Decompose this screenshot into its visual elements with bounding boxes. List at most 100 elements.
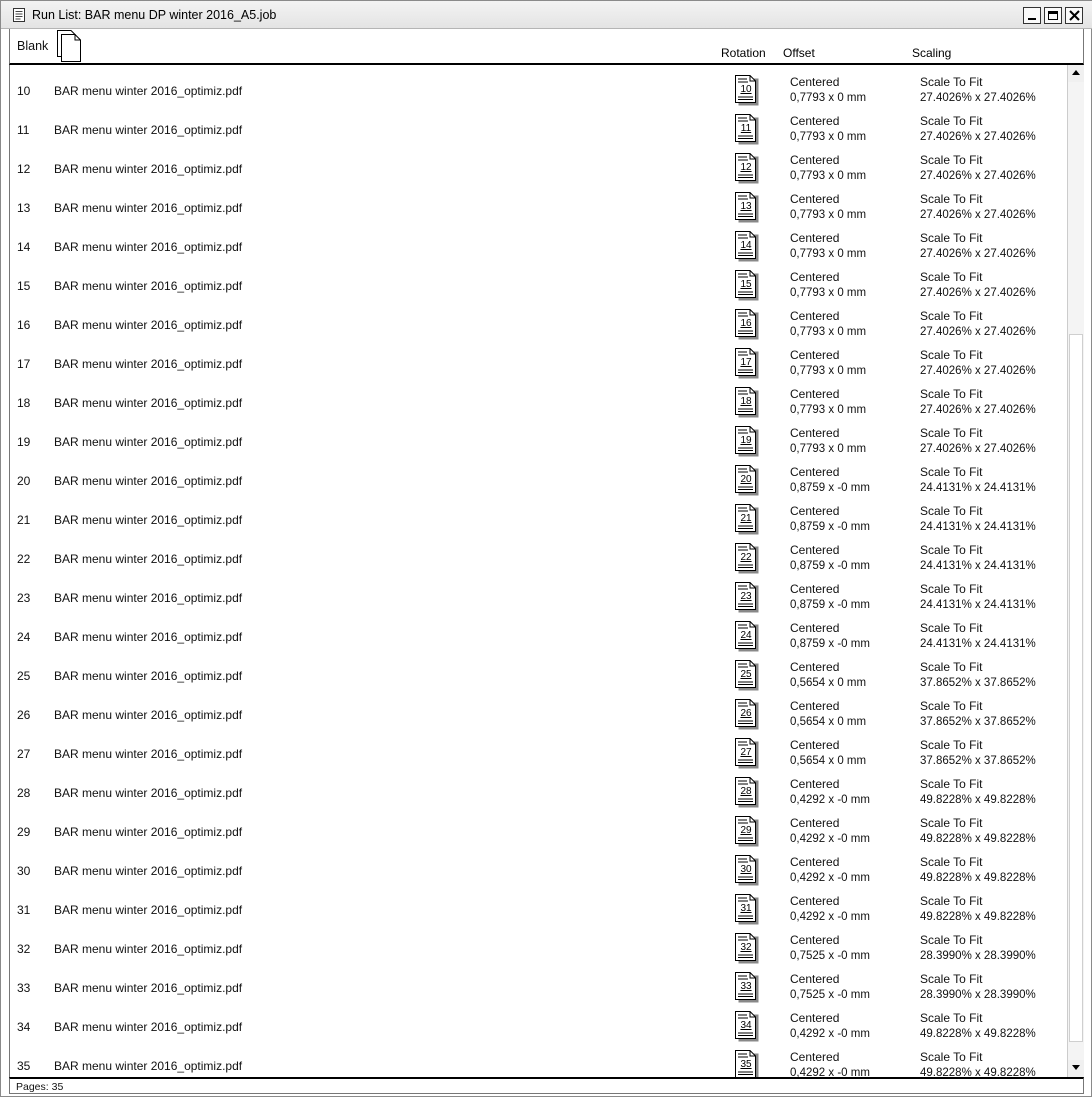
column-header-scaling[interactable]: Scaling (912, 46, 951, 60)
page-thumbnail-icon[interactable]: 20 (733, 464, 761, 496)
list-item[interactable]: 10 BAR menu winter 2016_optimiz.pdf 10 Cent… (10, 68, 1067, 107)
list-item[interactable]: 33 BAR menu winter 2016_optimiz.pdf 33 Cent… (10, 965, 1067, 1004)
scale-mode: Scale To Fit (920, 465, 983, 479)
scroll-up-button[interactable] (1068, 65, 1084, 82)
scroll-track[interactable] (1068, 82, 1084, 1060)
file-name: BAR menu winter 2016_optimiz.pdf (54, 708, 243, 722)
page-number: 28 (17, 786, 31, 800)
list-item[interactable]: 16 BAR menu winter 2016_optimiz.pdf 16 Cent… (10, 302, 1067, 341)
list-item[interactable]: 30 BAR menu winter 2016_optimiz.pdf 30 Cent… (10, 848, 1067, 887)
page-number: 19 (17, 435, 31, 449)
page-thumbnail-icon[interactable]: 10 (733, 74, 761, 106)
list-item[interactable]: 28 BAR menu winter 2016_optimiz.pdf 28 Cent… (10, 770, 1067, 809)
vertical-scrollbar[interactable] (1067, 65, 1084, 1077)
page-thumbnail-icon[interactable]: 21 (733, 503, 761, 535)
offset-value: 0,8759 x -0 mm (790, 638, 870, 650)
page-thumbnail-icon[interactable]: 23 (733, 581, 761, 613)
page-thumbnail-icon[interactable]: 13 (733, 191, 761, 223)
thumbnail-page-number: 29 (740, 825, 752, 836)
file-name: BAR menu winter 2016_optimiz.pdf (54, 201, 243, 215)
page-thumbnail-icon[interactable]: 24 (733, 620, 761, 652)
page-number: 14 (17, 240, 31, 254)
list-item[interactable]: 34 BAR menu winter 2016_optimiz.pdf 34 Cent… (10, 1004, 1067, 1043)
column-header-offset[interactable]: Offset (783, 46, 815, 60)
list-item[interactable]: 15 BAR menu winter 2016_optimiz.pdf 15 Cent… (10, 263, 1067, 302)
thumbnail-page-number: 33 (740, 981, 752, 992)
scale-mode: Scale To Fit (920, 738, 983, 752)
blank-page-icon[interactable] (55, 30, 83, 62)
offset-value: 0,4292 x -0 mm (790, 833, 870, 845)
list-item[interactable]: 11 BAR menu winter 2016_optimiz.pdf 11 Cent… (10, 107, 1067, 146)
scale-mode: Scale To Fit (920, 504, 983, 518)
list-item[interactable]: 20 BAR menu winter 2016_optimiz.pdf 20 Cent… (10, 458, 1067, 497)
list-item[interactable]: 22 BAR menu winter 2016_optimiz.pdf 22 Cent… (10, 536, 1067, 575)
page-number: 30 (17, 864, 31, 878)
list-item[interactable]: 32 BAR menu winter 2016_optimiz.pdf 32 Cent… (10, 926, 1067, 965)
list-item[interactable]: 26 BAR menu winter 2016_optimiz.pdf 26 Cent… (10, 692, 1067, 731)
offset-mode: Centered (790, 894, 840, 908)
page-number: 13 (17, 201, 31, 215)
list-item[interactable]: 14 BAR menu winter 2016_optimiz.pdf 14 Cent… (10, 224, 1067, 263)
page-thumbnail-icon[interactable]: 15 (733, 269, 761, 301)
list-item[interactable]: 13 BAR menu winter 2016_optimiz.pdf 13 Cent… (10, 185, 1067, 224)
page-thumbnail-icon[interactable]: 12 (733, 152, 761, 184)
page-thumbnail-icon[interactable]: 28 (733, 776, 761, 808)
page-thumbnail-icon[interactable]: 18 (733, 386, 761, 418)
close-button[interactable] (1065, 7, 1083, 24)
page-thumbnail-icon[interactable]: 31 (733, 893, 761, 925)
list-item[interactable]: 17 BAR menu winter 2016_optimiz.pdf 17 Cent… (10, 341, 1067, 380)
page-thumbnail-icon[interactable]: 26 (733, 698, 761, 730)
list-item[interactable]: 12 BAR menu winter 2016_optimiz.pdf 12 Cent… (10, 146, 1067, 185)
window-title: Run List: BAR menu DP winter 2016_A5.job (32, 8, 277, 22)
list-item[interactable]: 31 BAR menu winter 2016_optimiz.pdf 31 Cent… (10, 887, 1067, 926)
page-thumbnail-icon[interactable]: 32 (733, 932, 761, 964)
page-thumbnail-icon[interactable]: 29 (733, 815, 761, 847)
list-item[interactable]: 21 BAR menu winter 2016_optimiz.pdf 21 Cent… (10, 497, 1067, 536)
page-thumbnail-icon[interactable]: 30 (733, 854, 761, 886)
file-name: BAR menu winter 2016_optimiz.pdf (54, 552, 243, 566)
page-number: 27 (17, 747, 31, 761)
list-item[interactable]: 35 BAR menu winter 2016_optimiz.pdf 35 Cent… (10, 1043, 1067, 1077)
list-item[interactable]: 25 BAR menu winter 2016_optimiz.pdf 25 Cent… (10, 653, 1067, 692)
page-number: 26 (17, 708, 31, 722)
title-bar[interactable]: Run List: BAR menu DP winter 2016_A5.job (1, 1, 1092, 29)
page-thumbnail-icon[interactable]: 25 (733, 659, 761, 691)
list-item[interactable]: 19 BAR menu winter 2016_optimiz.pdf 19 Cent… (10, 419, 1067, 458)
page-thumbnail-icon[interactable]: 14 (733, 230, 761, 262)
run-list[interactable]: 10 BAR menu winter 2016_optimiz.pdf 10 Cent… (9, 65, 1067, 1077)
offset-mode: Centered (790, 270, 840, 284)
page-thumbnail-icon[interactable]: 11 (733, 113, 761, 145)
column-header-rotation[interactable]: Rotation (721, 46, 766, 60)
page-thumbnail-icon[interactable]: 34 (733, 1010, 761, 1042)
page-thumbnail-icon[interactable]: 27 (733, 737, 761, 769)
file-name: BAR menu winter 2016_optimiz.pdf (54, 279, 243, 293)
page-thumbnail-icon[interactable]: 17 (733, 347, 761, 379)
page-number: 11 (17, 123, 30, 137)
list-item[interactable]: 24 BAR menu winter 2016_optimiz.pdf 24 Cent… (10, 614, 1067, 653)
file-name: BAR menu winter 2016_optimiz.pdf (54, 84, 243, 98)
scale-value: 49.8228% x 49.8228% (920, 794, 1036, 806)
page-thumbnail-icon[interactable]: 16 (733, 308, 761, 340)
list-item[interactable]: 18 BAR menu winter 2016_optimiz.pdf 18 Cent… (10, 380, 1067, 419)
offset-value: 0,7793 x 0 mm (790, 443, 867, 455)
minimize-button[interactable] (1023, 7, 1041, 24)
list-item[interactable]: 27 BAR menu winter 2016_optimiz.pdf 27 Cent… (10, 731, 1067, 770)
page-thumbnail-icon[interactable]: 19 (733, 425, 761, 457)
page-thumbnail-icon[interactable]: 33 (733, 971, 761, 1003)
thumbnail-page-number: 17 (740, 357, 752, 368)
list-item[interactable]: 29 BAR menu winter 2016_optimiz.pdf 29 Cent… (10, 809, 1067, 848)
scale-mode: Scale To Fit (920, 855, 983, 869)
scroll-thumb[interactable] (1069, 334, 1083, 1042)
list-item[interactable]: 23 BAR menu winter 2016_optimiz.pdf 23 Cent… (10, 575, 1067, 614)
thumbnail-page-number: 25 (740, 669, 752, 680)
scale-mode: Scale To Fit (920, 699, 983, 713)
maximize-button[interactable] (1044, 7, 1062, 24)
page-thumbnail-icon[interactable]: 35 (733, 1049, 761, 1077)
page-thumbnail-icon[interactable]: 22 (733, 542, 761, 574)
offset-value: 0,7793 x 0 mm (790, 404, 867, 416)
scale-value: 24.4131% x 24.4131% (920, 599, 1036, 611)
page-number: 20 (17, 474, 31, 488)
scroll-down-button[interactable] (1068, 1060, 1084, 1077)
offset-mode: Centered (790, 855, 840, 869)
offset-mode: Centered (790, 1011, 840, 1025)
